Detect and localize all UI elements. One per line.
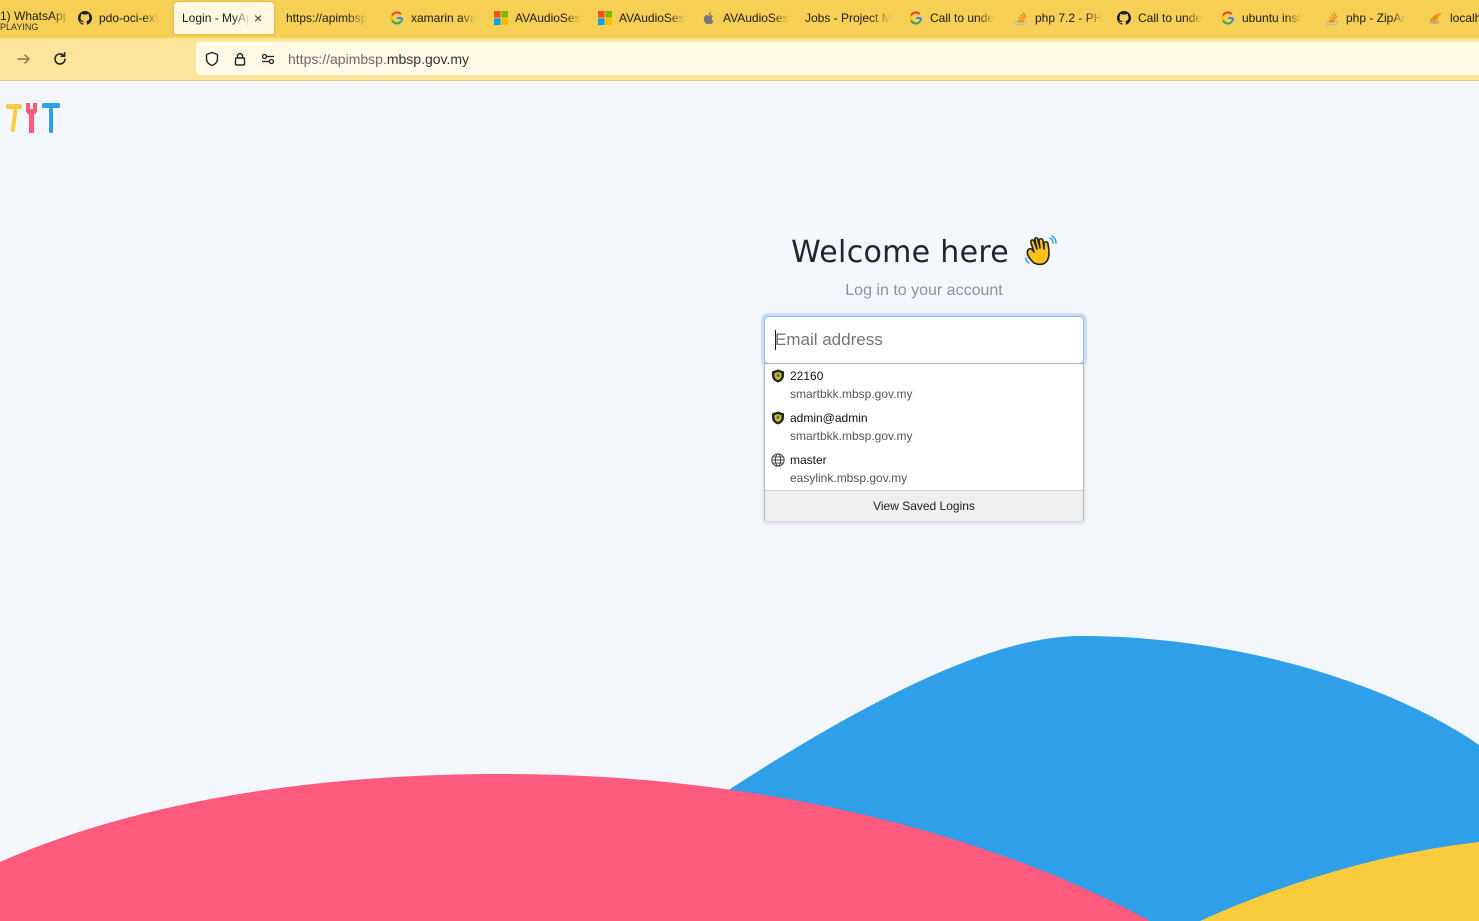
tools-logo-icon	[6, 103, 60, 133]
saved-login-username: master	[790, 453, 827, 467]
login-subtitle: Log in to your account	[845, 282, 1003, 299]
tab-label: xamarin ava	[411, 11, 477, 25]
shield-crest-icon	[772, 369, 784, 383]
text-caret	[775, 330, 776, 350]
view-saved-logins-button[interactable]: View Saved Logins	[765, 490, 1083, 521]
tab-label: AVAudioSes	[723, 11, 789, 25]
tab-whatsapp[interactable]: 1) WhatsApp PLAYING	[0, 0, 66, 36]
saved-login-site: smartbkk.mbsp.gov.my	[790, 387, 913, 401]
tab-label: 1) WhatsApp	[0, 8, 66, 23]
saved-logins-dropdown: 22160 smartbkk.mbsp.gov.my admin@admin s…	[764, 363, 1084, 521]
tab-label: ubuntu inst	[1242, 11, 1301, 25]
tab-label: php 7.2 - PH	[1035, 11, 1102, 25]
google-icon	[390, 11, 404, 25]
shield-crest-icon	[772, 411, 784, 425]
saved-login-site: easylink.mbsp.gov.my	[790, 471, 908, 485]
tab-xamarin[interactable]: xamarin ava	[390, 0, 480, 36]
tab-label: localh	[1450, 11, 1479, 25]
tab-label: Call to unde	[1138, 11, 1203, 25]
saved-login-username: 22160	[790, 369, 824, 383]
reload-button[interactable]	[51, 50, 69, 68]
saved-login-item[interactable]: admin@admin smartbkk.mbsp.gov.my	[765, 406, 1083, 448]
tab-call-to-undefined-1[interactable]: Call to unde	[909, 0, 999, 36]
background-waves	[0, 636, 1479, 921]
url-text[interactable]: https://apimbsp.mbsp.gov.my	[288, 51, 469, 67]
waving-hand-icon	[1025, 235, 1057, 266]
tab-label: AVAudioSes	[515, 11, 581, 25]
tab-call-to-undefined-2[interactable]: Call to unde	[1117, 0, 1205, 36]
tab-pdo-oci[interactable]: pdo-oci-ext	[78, 0, 168, 36]
navigation-toolbar: https://apimbsp.mbsp.gov.my	[0, 38, 1479, 81]
url-domain: mbsp.gov.my	[386, 50, 470, 67]
apple-icon	[702, 11, 716, 25]
forward-button[interactable]	[15, 50, 33, 68]
saved-login-username: admin@admin	[790, 411, 868, 425]
tab-apimbsp[interactable]: https://apimbsp	[286, 0, 374, 36]
tab-localhost[interactable]: PMA localh	[1429, 0, 1479, 36]
tab-php-zip[interactable]: php - ZipAr	[1325, 0, 1411, 36]
tab-avaudio-3[interactable]: AVAudioSes	[702, 0, 790, 36]
address-bar[interactable]: https://apimbsp.mbsp.gov.my	[196, 42, 1479, 75]
tab-playing-label: PLAYING	[0, 21, 39, 32]
saved-login-item[interactable]: master easylink.mbsp.gov.my	[765, 448, 1083, 490]
permissions-icon[interactable]	[260, 51, 276, 67]
arrow-right-icon	[17, 54, 30, 64]
stackoverflow-icon	[1325, 11, 1339, 25]
github-icon	[1117, 11, 1131, 25]
welcome-heading: Welcome here	[764, 234, 1084, 270]
microsoft-icon	[494, 11, 508, 25]
tab-ubuntu[interactable]: ubuntu inst	[1221, 0, 1307, 36]
welcome-text: Welcome here	[791, 235, 1010, 270]
close-tab-icon[interactable]: ×	[254, 10, 262, 26]
tab-avaudio-2[interactable]: AVAudioSes	[598, 0, 686, 36]
lock-icon[interactable]	[232, 51, 248, 67]
stackoverflow-icon	[1014, 11, 1028, 25]
tab-label: AVAudioSes	[619, 11, 685, 25]
tab-label: Jobs - Project M	[805, 11, 891, 25]
reload-icon	[54, 52, 66, 65]
svg-text:PMA: PMA	[1430, 20, 1439, 25]
github-icon	[78, 11, 92, 25]
tab-jobs[interactable]: Jobs - Project M	[805, 0, 891, 36]
google-icon	[1221, 11, 1235, 25]
microsoft-icon	[598, 11, 612, 25]
saved-login-site: smartbkk.mbsp.gov.my	[790, 429, 913, 443]
tab-label: pdo-oci-ext	[99, 11, 159, 25]
tracking-protection-shield-icon[interactable]	[204, 51, 220, 67]
tab-label: php - ZipAr	[1346, 11, 1406, 25]
tab-label: Call to unde	[930, 11, 995, 25]
globe-icon	[771, 453, 785, 467]
phpmyadmin-icon: PMA	[1429, 11, 1443, 25]
saved-login-item[interactable]: 22160 smartbkk.mbsp.gov.my	[765, 364, 1083, 406]
app-logo[interactable]	[6, 101, 62, 135]
tab-label: https://apimbsp	[286, 11, 368, 25]
login-header: Welcome here Log in to your account	[764, 230, 1084, 300]
google-icon	[909, 11, 923, 25]
tab-avaudio-1[interactable]: AVAudioSes	[494, 0, 582, 36]
email-input[interactable]	[764, 316, 1084, 364]
tab-php72[interactable]: php 7.2 - PH	[1014, 0, 1102, 36]
url-prefix: https://apimbsp.	[288, 50, 387, 67]
tab-login-active[interactable]: Login - MyApi ×	[174, 2, 274, 34]
tab-label: Login - MyApi	[182, 11, 250, 25]
tab-strip: 1) WhatsApp PLAYING pdo-oci-ext Login - …	[0, 0, 1479, 38]
